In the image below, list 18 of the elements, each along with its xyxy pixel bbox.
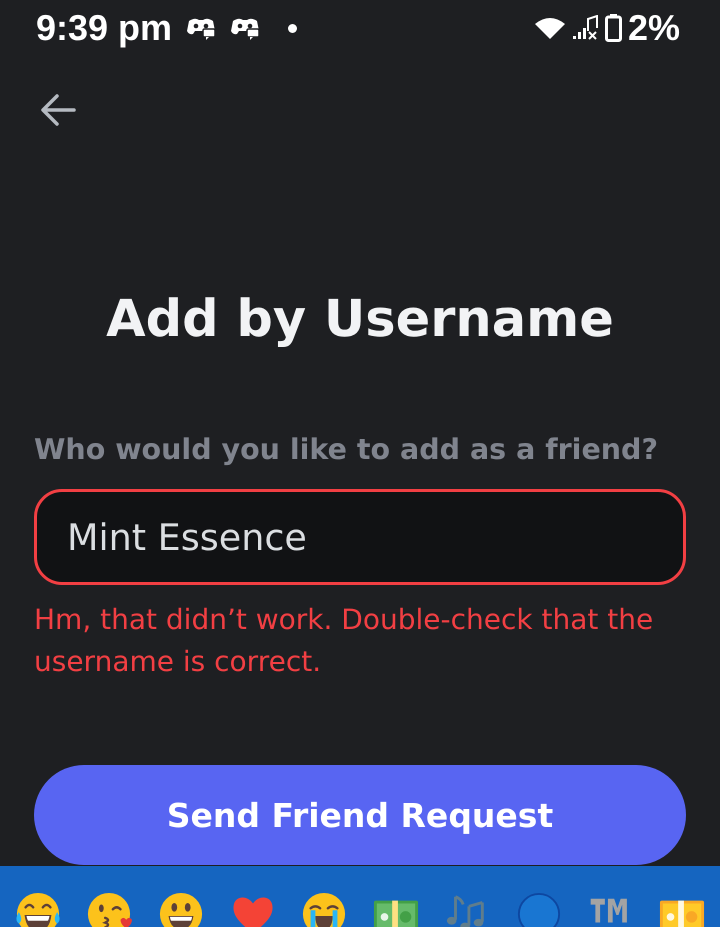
grinning-face-icon[interactable] [158, 891, 204, 927]
error-message: Hm, that didn’t work. Double-check that the username is correct. [34, 602, 654, 680]
kissing-face-icon[interactable] [86, 891, 132, 927]
battery-icon [604, 14, 622, 42]
dot-icon [288, 24, 298, 32]
page-title: Add by Username [105, 289, 615, 351]
wifi-icon [534, 17, 565, 39]
controller-chat-icon [230, 16, 260, 40]
username-input[interactable]: Mint Essence [34, 489, 686, 585]
signal-icon [570, 15, 599, 41]
battery-percent: 2% [628, 10, 680, 46]
field-label: Who would you like to add as a friend? [34, 432, 659, 468]
back-arrow-icon[interactable] [40, 94, 76, 126]
controller-chat-icon [186, 16, 216, 40]
send-request-button[interactable]: Send Friend Request [34, 765, 686, 865]
crying-face-icon[interactable] [301, 891, 348, 927]
laughing-face-icon[interactable] [14, 891, 61, 927]
status-time: 9:39 pm [36, 10, 172, 46]
